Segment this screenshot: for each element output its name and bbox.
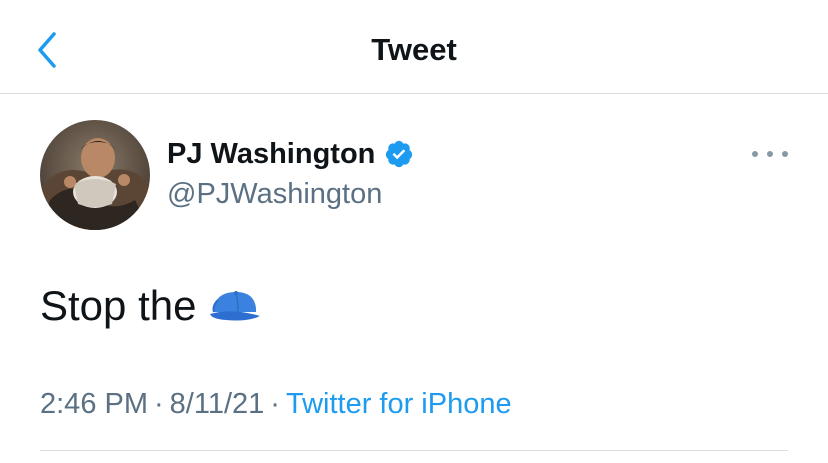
- divider: [40, 450, 788, 451]
- more-horizontal-icon: [752, 151, 758, 157]
- header-bar: Tweet: [0, 0, 828, 94]
- tweet-meta: 2:46 PM · 8/11/21 · Twitter for iPhone: [40, 385, 512, 423]
- page-title: Tweet: [371, 32, 457, 67]
- more-horizontal-icon-dot: [782, 151, 788, 157]
- tweet-text: Stop the: [40, 282, 197, 329]
- meta-separator: ·: [154, 388, 164, 420]
- display-name[interactable]: PJ Washington: [167, 136, 375, 172]
- avatar[interactable]: [40, 120, 150, 230]
- tweet-time: 2:46 PM: [40, 388, 148, 420]
- tweet-source-link[interactable]: Twitter for iPhone: [286, 388, 512, 420]
- profile-photo: [40, 120, 150, 230]
- tweet-date: 8/11/21: [169, 388, 265, 420]
- blue-cap-icon: [210, 291, 261, 321]
- more-options-button[interactable]: [752, 145, 788, 163]
- author-handle[interactable]: @PJWashington: [167, 176, 382, 212]
- more-horizontal-icon-dot: [767, 151, 773, 157]
- author-name-row[interactable]: PJ Washington: [167, 136, 414, 172]
- verified-badge-icon: [386, 140, 413, 168]
- tweet-detail-screen: Tweet PJ Washington @PJWashington Stop t…: [0, 0, 828, 463]
- meta-separator-2: ·: [270, 388, 280, 420]
- tweet-body: Stop the: [40, 280, 262, 332]
